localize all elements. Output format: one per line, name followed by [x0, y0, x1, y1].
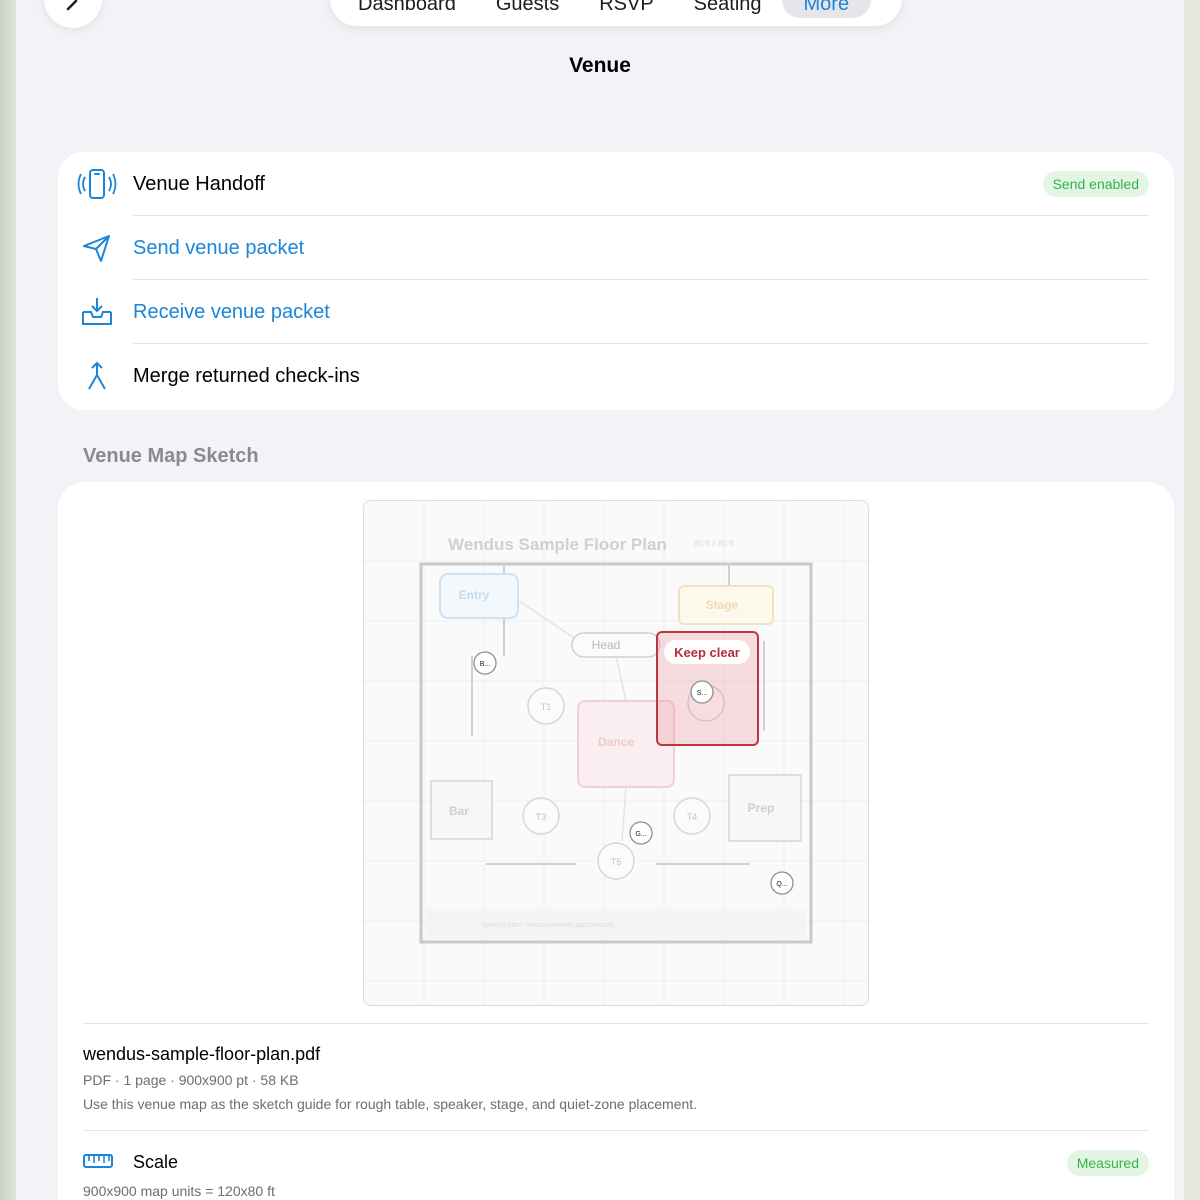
marker-b[interactable]: B... — [473, 651, 497, 675]
svg-text:S...: S... — [697, 690, 708, 697]
scale-row: Scale Measured — [58, 1148, 1174, 1180]
file-description: Use this venue map as the sketch guide f… — [83, 1096, 698, 1112]
plan-dimensions: 80 ft x 80 ft — [694, 539, 734, 548]
page-title: Venue — [569, 54, 631, 77]
zone-stage-label: Stage — [706, 598, 739, 612]
venue-handoff-row: Venue Handoff Send enabled — [58, 152, 1174, 216]
table-t1-label: T1 — [541, 702, 552, 712]
phone-broadcast-icon — [76, 164, 118, 204]
marker-q[interactable]: Q... — [770, 871, 794, 895]
tab-bar: Dashboard Guests RSVP Seating More — [330, 0, 902, 26]
tab-guests[interactable]: Guests — [476, 0, 579, 18]
zone-dance-label: Dance — [598, 735, 634, 749]
zone-entry-label: Entry — [459, 588, 490, 602]
merge-check-ins-button[interactable]: Merge returned check-ins — [58, 344, 1174, 408]
plan-footer-note: Sample plan - measurements approximate — [482, 922, 614, 929]
send-venue-packet-label: Send venue packet — [133, 236, 305, 259]
chevron-left-icon — [66, 0, 78, 11]
back-button[interactable] — [44, 0, 102, 28]
venue-handoff-card: Venue Handoff Send enabled Send venue pa… — [58, 152, 1174, 410]
keep-clear-label: Keep clear — [674, 645, 740, 660]
venue-handoff-title: Venue Handoff — [133, 172, 265, 195]
file-meta: PDF · 1 page · 900x900 pt · 58 KB — [83, 1072, 299, 1088]
table-t4-label: T4 — [687, 812, 698, 822]
tab-rsvp[interactable]: RSVP — [579, 0, 673, 18]
tab-dashboard[interactable]: Dashboard — [338, 0, 476, 18]
zone-prep-label: Prep — [748, 801, 775, 815]
tab-more[interactable]: More — [781, 0, 872, 18]
send-venue-packet-button[interactable]: Send venue packet — [58, 216, 1174, 280]
floor-plan-svg: Wendus Sample Floor Plan 80 ft x 80 ft E… — [364, 501, 868, 1005]
zone-bar-label: Bar — [449, 804, 469, 818]
svg-text:B...: B... — [480, 661, 491, 668]
svg-text:Q...: Q... — [776, 881, 787, 888]
receive-venue-packet-button[interactable]: Receive venue packet — [58, 280, 1174, 344]
scale-label: Scale — [133, 1152, 179, 1172]
inbox-download-icon — [76, 292, 118, 332]
paper-plane-icon — [76, 228, 118, 268]
zone-head-label: Head — [592, 638, 621, 652]
ruler-icon — [83, 1152, 113, 1175]
merge-arrow-icon — [76, 356, 118, 396]
card-divider — [83, 1023, 1149, 1024]
marker-g[interactable]: G... — [629, 821, 653, 845]
receive-venue-packet-label: Receive venue packet — [133, 300, 330, 323]
marker-s[interactable]: S... — [690, 680, 714, 704]
table-t3-label: T3 — [536, 812, 547, 822]
app-window: Dashboard Guests RSVP Seating More Venue… — [16, 0, 1184, 1200]
scale-detail: 900x900 map units = 120x80 ft — [83, 1183, 275, 1199]
plan-title: Wendus Sample Floor Plan — [448, 535, 667, 554]
send-enabled-badge: Send enabled — [1042, 171, 1149, 197]
measured-badge: Measured — [1066, 1150, 1149, 1176]
svg-text:G...: G... — [635, 831, 646, 838]
table-t5-label: T5 — [611, 857, 622, 867]
floor-plan-preview[interactable]: Wendus Sample Floor Plan 80 ft x 80 ft E… — [363, 500, 869, 1006]
card-divider — [83, 1130, 1149, 1131]
merge-check-ins-label: Merge returned check-ins — [133, 364, 360, 387]
tab-seating[interactable]: Seating — [674, 0, 782, 18]
venue-map-card: Wendus Sample Floor Plan 80 ft x 80 ft E… — [58, 482, 1174, 1200]
section-title-venue-map: Venue Map Sketch — [83, 445, 259, 467]
file-name[interactable]: wendus-sample-floor-plan.pdf — [83, 1044, 320, 1065]
